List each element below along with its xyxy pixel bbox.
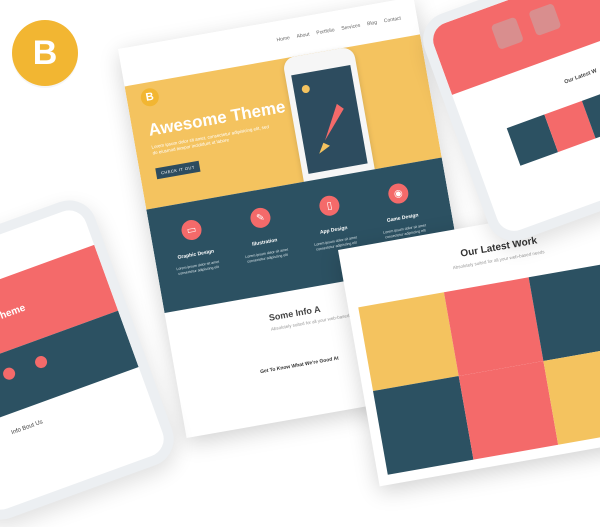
portfolio-grid	[358, 262, 600, 475]
nav-item-blog[interactable]: Blog	[367, 20, 378, 28]
pencil-icon: ✎	[248, 206, 273, 230]
phone-right-title: Our Latest W	[563, 68, 598, 86]
info-heading: Get To Know What We're Good At	[259, 355, 340, 376]
portfolio-tile[interactable]	[358, 292, 459, 392]
portfolio-tile[interactable]	[373, 376, 474, 475]
brand-letter: B	[32, 33, 58, 72]
feature-graphic-design: ▭ Graphic Design Lorem ipsum dolor sit a…	[161, 215, 227, 278]
feature-illustration: ✎ Illustration Lorem ipsum dolor sit ame…	[230, 203, 296, 266]
phone-right-strip	[506, 87, 600, 166]
nav-item-contact[interactable]: Contact	[383, 15, 401, 24]
monitor-icon: ▭	[179, 218, 204, 242]
mobile-icon: ▯	[317, 194, 341, 218]
portfolio-panel: Our Latest Work Absolutely suited for al…	[338, 201, 600, 487]
gamepad-icon: ◉	[386, 181, 410, 206]
brand-logo-badge: B	[12, 20, 78, 86]
hero-cta-button[interactable]: CHECK IT OUT	[155, 160, 201, 180]
phone-left-footer: Info Bout Us	[10, 419, 44, 437]
nav-item-about[interactable]: About	[296, 32, 310, 40]
nav-item-portfolio[interactable]: Portfolio	[316, 27, 335, 36]
nav-item-home[interactable]: Home	[276, 35, 290, 43]
portfolio-tile[interactable]	[458, 360, 559, 460]
feature-game-design: ◉ Game Design Lorem ipsum dolor sit amet…	[368, 179, 434, 242]
feature-desc: Lorem ipsum dolor sit amet consectetur a…	[176, 259, 220, 276]
feature-desc: Lorem ipsum dolor sit amet consectetur a…	[245, 247, 289, 264]
portfolio-tile[interactable]	[443, 277, 544, 377]
nav-item-services[interactable]: Services	[341, 23, 361, 32]
feature-app-design: ▯ App Design Lorem ipsum dolor sit amet …	[299, 191, 365, 254]
